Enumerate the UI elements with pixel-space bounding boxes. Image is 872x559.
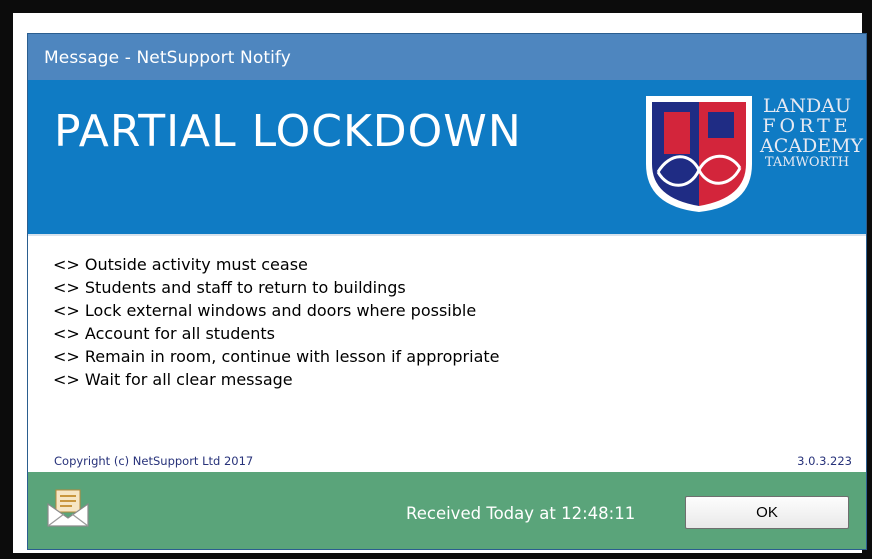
message-line: <> Lock external windows and doors where… [53, 301, 477, 320]
message-line: <> Account for all students [53, 324, 275, 343]
logo-line-3: ACADEMY [760, 135, 864, 157]
title-bar[interactable]: Message - NetSupport Notify [28, 34, 866, 81]
logo-line-4: TAMWORTH [764, 155, 850, 170]
message-banner: PARTIAL LOCKDOWN LANDAU FORTE ACADEMY TA… [28, 80, 866, 234]
footer-bar: Received Today at 12:48:11 OK [28, 472, 866, 549]
ok-button[interactable]: OK [685, 496, 849, 529]
notify-window: Message - NetSupport Notify PARTIAL LOCK… [27, 33, 867, 550]
school-logo: LANDAU FORTE ACADEMY TAMWORTH [644, 94, 864, 214]
version-text: 3.0.3.223 [797, 454, 852, 468]
envelope-icon [47, 489, 89, 527]
received-timestamp: Received Today at 12:48:11 [406, 504, 636, 523]
message-body: <> Outside activity must cease <> Studen… [28, 236, 866, 472]
message-line: <> Remain in room, continue with lesson … [53, 347, 500, 366]
message-line: <> Outside activity must cease [53, 255, 308, 274]
message-headline: PARTIAL LOCKDOWN [54, 106, 522, 157]
school-crest-icon [646, 96, 752, 212]
copyright-text: Copyright (c) NetSupport Ltd 2017 [54, 454, 254, 468]
message-line: <> Students and staff to return to build… [53, 278, 406, 297]
window-title: Message - NetSupport Notify [44, 48, 291, 68]
message-line: <> Wait for all clear message [53, 370, 293, 389]
message-list: <> Outside activity must cease <> Studen… [53, 253, 500, 391]
logo-line-1: LANDAU [763, 95, 851, 117]
school-name: LANDAU FORTE ACADEMY TAMWORTH [760, 95, 864, 170]
logo-line-2: FORTE [762, 115, 852, 137]
